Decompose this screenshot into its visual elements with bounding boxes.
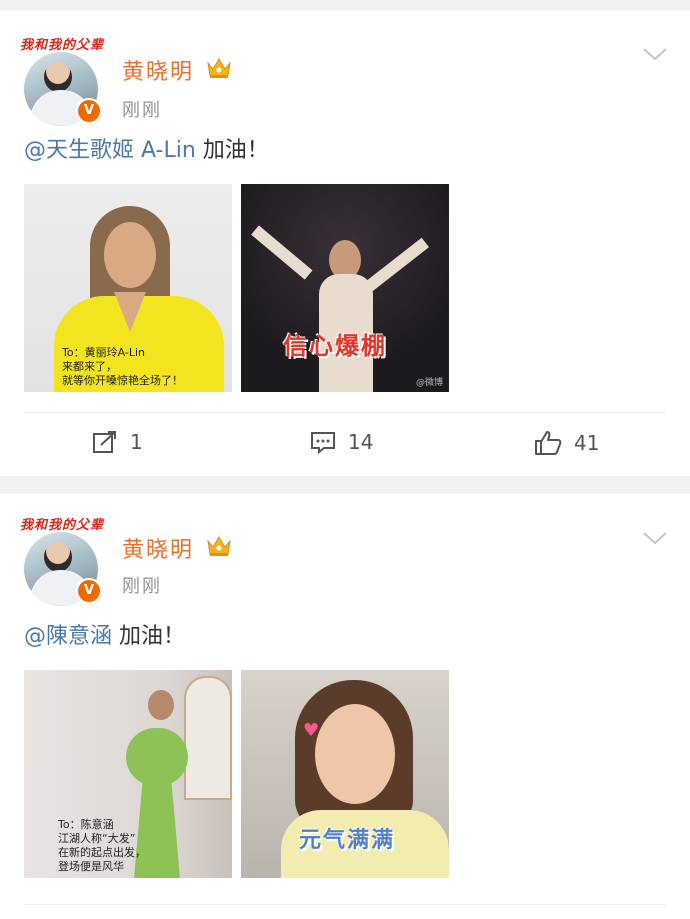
divider	[24, 412, 666, 413]
post-text-suffix: 加油！	[112, 624, 186, 649]
image-overlay-text: 元气满满	[299, 828, 396, 853]
post-card: 我和我的父辈 V 黄晓明 刚刚 @陳意涵 加油！ To：陈意涵 江湖人称“大发”…	[0, 494, 690, 919]
verified-badge-icon: V	[76, 98, 102, 124]
comment-count: 14	[348, 430, 374, 454]
repost-count: 1	[130, 430, 143, 454]
crown-icon	[207, 536, 231, 556]
timestamp: 刚刚	[122, 100, 162, 121]
like-icon	[535, 431, 562, 455]
timestamp: 刚刚	[122, 576, 162, 597]
weibo-feed: 我和我的父辈 V 黄晓明 刚刚 @天生歌姬 A-Lin 加油！ To：黄丽玲A-…	[0, 0, 690, 919]
chevron-down-icon[interactable]	[642, 530, 668, 546]
repost-icon	[93, 431, 116, 453]
image-overlay-text: 信心爆棚	[283, 332, 387, 360]
like-count: 41	[574, 431, 600, 455]
post-image[interactable]: To：黄丽玲A-Lin 来都来了， 就等你开嗓惊艳全场了！	[24, 184, 232, 392]
post-card: 我和我的父辈 V 黄晓明 刚刚 @天生歌姬 A-Lin 加油！ To：黄丽玲A-…	[0, 10, 690, 476]
comment-icon	[311, 432, 335, 454]
like-button[interactable]: 41	[534, 430, 599, 456]
post-text: @陳意涵 加油！	[24, 618, 185, 650]
username[interactable]: 黄晓明	[122, 532, 194, 564]
image-watermark: @微博	[415, 378, 443, 388]
image-caption: To：陈意涵 江湖人称“大发” 在新的起点出发， 登场便是风华	[58, 818, 146, 873]
post-image[interactable]: To：陈意涵 江湖人称“大发” 在新的起点出发， 登场便是风华	[24, 670, 232, 878]
heart-icon: ♥	[303, 720, 320, 741]
avatar[interactable]: 我和我的父辈 V	[20, 38, 103, 126]
post-text-suffix: 加油！	[195, 138, 269, 163]
post-image[interactable]: 信心爆棚 @微博	[241, 184, 449, 392]
mention-link[interactable]: @天生歌姬 A-Lin	[24, 138, 196, 163]
crown-icon	[207, 58, 231, 78]
avatar[interactable]: 我和我的父辈 V	[20, 518, 103, 606]
mention-link[interactable]: @陳意涵	[24, 624, 112, 649]
username[interactable]: 黄晓明	[122, 54, 194, 86]
verified-badge-icon: V	[76, 578, 102, 604]
comment-button[interactable]: 14	[310, 430, 373, 454]
post-text: @天生歌姬 A-Lin 加油！	[24, 132, 269, 164]
post-image[interactable]: ♥ 元气满满	[241, 670, 449, 878]
chevron-down-icon[interactable]	[642, 46, 668, 62]
divider	[24, 904, 666, 905]
repost-button[interactable]: 1	[92, 430, 143, 454]
image-caption: To：黄丽玲A-Lin 来都来了， 就等你开嗓惊艳全场了！	[62, 346, 183, 387]
